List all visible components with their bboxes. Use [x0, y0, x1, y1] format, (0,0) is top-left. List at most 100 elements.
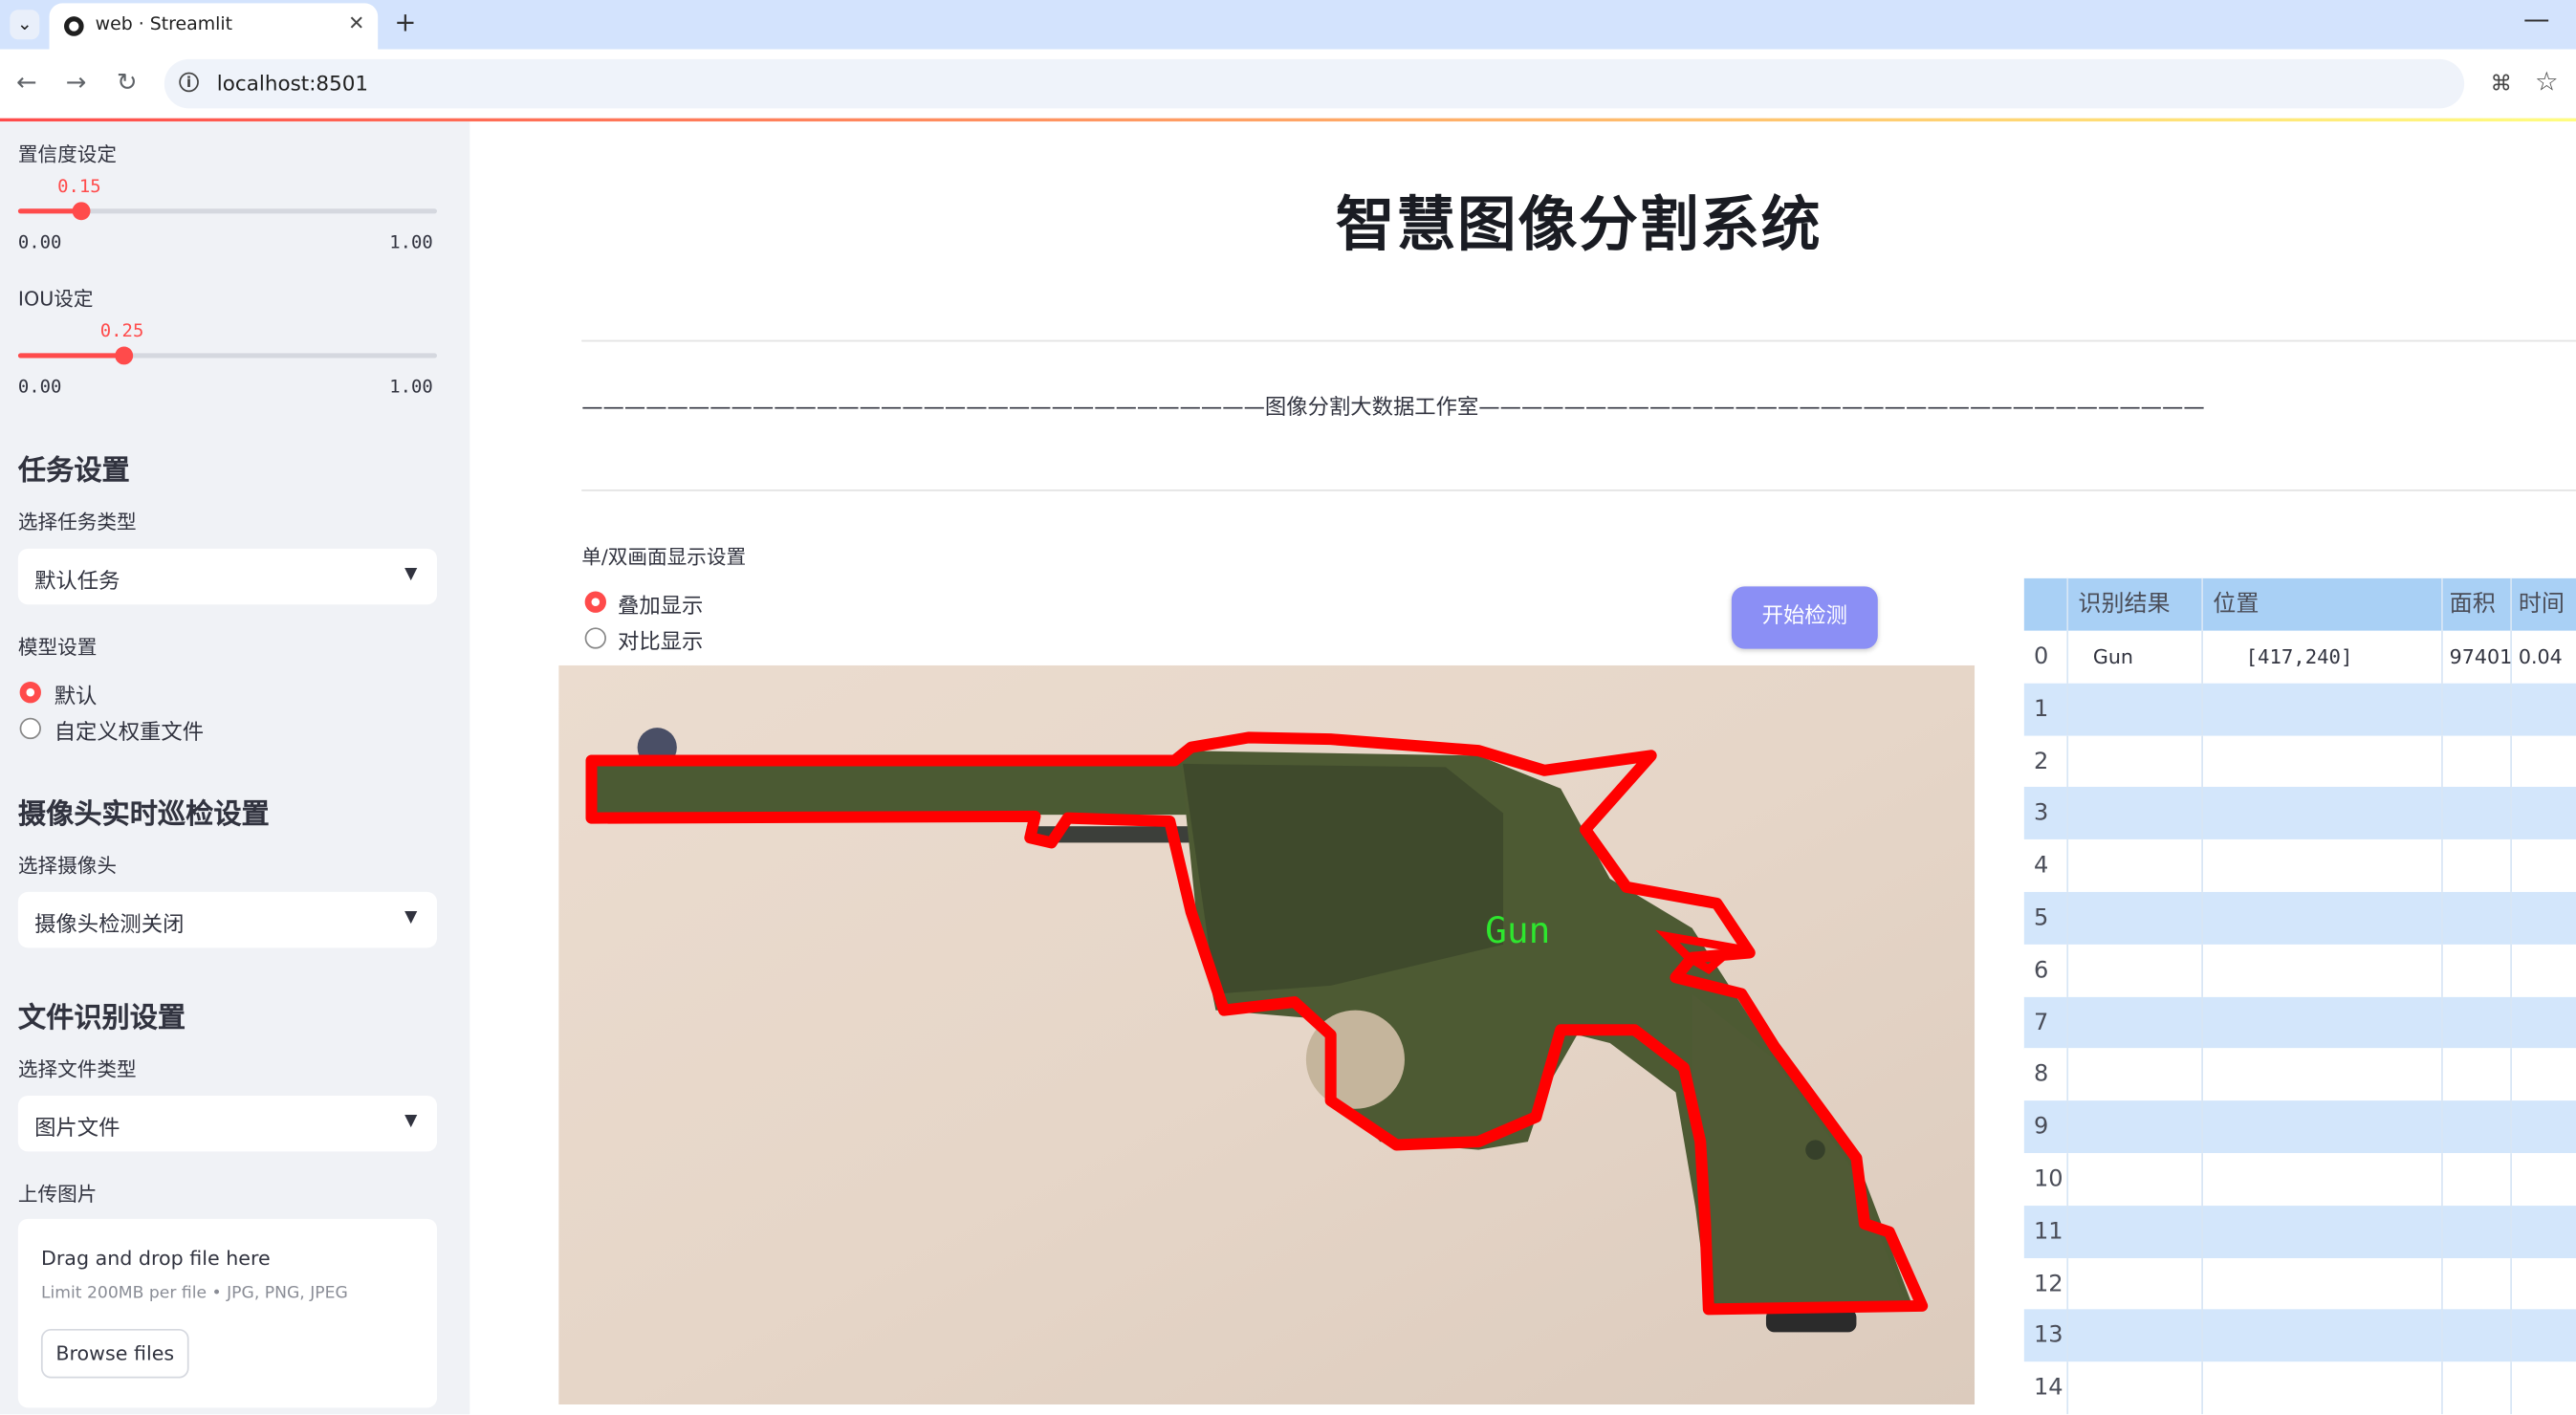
row-result	[2068, 1361, 2203, 1415]
row-index: 0	[2024, 630, 2069, 684]
row-result: Gun	[2068, 630, 2203, 684]
table-row[interactable]: 12	[2023, 1257, 2576, 1311]
table-row[interactable]: 14	[2023, 1361, 2576, 1415]
task-type-label: 选择任务类型	[17, 511, 137, 534]
table-row[interactable]: 13	[2023, 1309, 2576, 1362]
browse-files-button[interactable]: Browse files	[40, 1328, 189, 1379]
row-time	[2512, 735, 2576, 788]
display-radio-compare[interactable]	[584, 627, 606, 649]
confidence-slider-thumb[interactable]	[72, 202, 91, 221]
studio-banner: ————————————————————————————————图像分割大数据工…	[581, 396, 2205, 421]
back-arrow-icon[interactable]: ←	[16, 67, 37, 97]
row-result	[2068, 1153, 2203, 1207]
bookmark-star-icon[interactable]: ☆	[2535, 66, 2559, 98]
row-index: 14	[2024, 1361, 2069, 1415]
row-index: 3	[2024, 787, 2069, 840]
table-row[interactable]: 7	[2023, 996, 2576, 1050]
browser-tab-bar: ⌄ web · Streamlit ✕ + —	[0, 0, 2576, 50]
table-row[interactable]: 4	[2023, 839, 2576, 893]
tab-close-icon[interactable]: ✕	[348, 11, 364, 34]
display-mode-label: 单/双画面显示设置	[581, 545, 747, 569]
main-content: 智慧图像分割系统 ———————————————————————————————…	[469, 121, 2576, 1415]
task-section-heading: 任务设置	[17, 454, 130, 489]
table-row[interactable]: 3	[2023, 787, 2576, 840]
model-radio-default[interactable]	[19, 682, 41, 704]
display-radio-overlay[interactable]	[584, 591, 606, 613]
row-area	[2443, 1100, 2512, 1154]
iou-label: IOU设定	[17, 287, 94, 311]
row-result	[2068, 839, 2203, 893]
row-time	[2512, 1362, 2576, 1415]
row-position	[2203, 1205, 2443, 1258]
header-result[interactable]: 识别结果	[2068, 577, 2203, 631]
table-row[interactable]: 10	[2023, 1153, 2576, 1207]
table-row[interactable]: 1	[2023, 683, 2576, 736]
row-index: 5	[2024, 891, 2069, 945]
file-type-select[interactable]: 图片文件 ▼	[17, 1095, 438, 1152]
iou-value: 0.25	[99, 320, 144, 342]
iou-min: 0.00	[17, 376, 62, 398]
row-position	[2203, 1361, 2443, 1415]
reload-icon[interactable]: ↻	[117, 67, 138, 97]
table-row[interactable]: 6	[2023, 944, 2576, 997]
row-index: 11	[2024, 1205, 2069, 1258]
task-type-value: 默认任务	[34, 570, 120, 595]
row-area: 97401	[2443, 630, 2512, 684]
browser-address-bar: ← → ↻ i localhost:8501 ⌘ ☆	[0, 49, 2576, 120]
header-position[interactable]: 位置	[2203, 577, 2443, 631]
upload-limit: Limit 200MB per file • JPG, PNG, JPEG	[40, 1284, 348, 1303]
file-type-value: 图片文件	[34, 1117, 120, 1143]
row-time	[2512, 1310, 2576, 1362]
file-type-label: 选择文件类型	[17, 1057, 137, 1081]
forward-arrow-icon[interactable]: →	[66, 67, 87, 97]
results-table[interactable]: 识别结果 位置 面积 时间 0 Gun [417,240] 97401 0.04 1 2 3 4…	[2023, 577, 2576, 1415]
row-result	[2068, 1257, 2203, 1311]
table-row[interactable]: 9	[2023, 1100, 2576, 1154]
tab-search-chevron-icon[interactable]: ⌄	[10, 10, 40, 40]
camera-select[interactable]: 摄像头检测关闭 ▼	[17, 891, 438, 948]
row-index: 4	[2024, 839, 2069, 893]
row-time	[2512, 892, 2576, 945]
row-position	[2203, 1153, 2443, 1207]
chevron-down-icon: ▼	[404, 1112, 418, 1131]
sidebar: 置信度设定 0.15 0.00 1.00 IOU设定 0.25 0.00 1.0…	[0, 121, 470, 1415]
window-minimize-icon[interactable]: —	[2523, 3, 2549, 34]
model-radio-custom[interactable]	[19, 717, 41, 740]
table-row[interactable]: 5	[2023, 891, 2576, 945]
upload-label: 上传图片	[17, 1183, 98, 1207]
chevron-down-icon: ▼	[404, 908, 418, 927]
browser-tab[interactable]: web · Streamlit ✕	[49, 3, 379, 50]
url-bar[interactable]: i localhost:8501	[164, 58, 2465, 109]
table-row[interactable]: 11	[2023, 1205, 2576, 1258]
table-row[interactable]: 0 Gun [417,240] 97401 0.04	[2023, 630, 2576, 684]
row-area	[2443, 683, 2512, 736]
header-area[interactable]: 面积	[2443, 577, 2512, 631]
segmentation-image: Gun	[558, 664, 1976, 1404]
iou-max: 1.00	[389, 376, 433, 398]
row-index: 6	[2024, 944, 2069, 997]
divider-bottom	[581, 489, 2576, 491]
row-index: 9	[2024, 1100, 2069, 1154]
task-type-select[interactable]: 默认任务 ▼	[17, 548, 438, 605]
camera-section-heading: 摄像头实时巡检设置	[17, 797, 270, 832]
iou-slider[interactable]	[17, 346, 438, 365]
header-index	[2024, 577, 2069, 631]
confidence-slider-fill	[17, 208, 81, 214]
header-time[interactable]: 时间	[2512, 578, 2576, 631]
table-row[interactable]: 2	[2023, 735, 2576, 788]
confidence-slider[interactable]	[17, 202, 438, 221]
row-time	[2512, 1153, 2576, 1206]
detection-class-label: Gun	[1485, 909, 1550, 951]
new-tab-plus-icon[interactable]: +	[394, 7, 416, 38]
translate-icon[interactable]: ⌘	[2491, 73, 2512, 98]
table-row[interactable]: 8	[2023, 1048, 2576, 1101]
row-area	[2443, 839, 2512, 893]
site-info-icon[interactable]: i	[179, 72, 199, 93]
iou-slider-thumb[interactable]	[115, 346, 134, 365]
file-uploader-dropzone[interactable]: Drag and drop file here Limit 200MB per …	[17, 1218, 438, 1408]
row-position	[2203, 683, 2443, 736]
confidence-max: 1.00	[389, 231, 433, 253]
row-time	[2512, 1049, 2576, 1101]
start-detect-button[interactable]: 开始检测	[1731, 586, 1878, 649]
screen: ⌄ web · Streamlit ✕ + — ← → ↻ i localhos…	[0, 0, 2576, 1415]
